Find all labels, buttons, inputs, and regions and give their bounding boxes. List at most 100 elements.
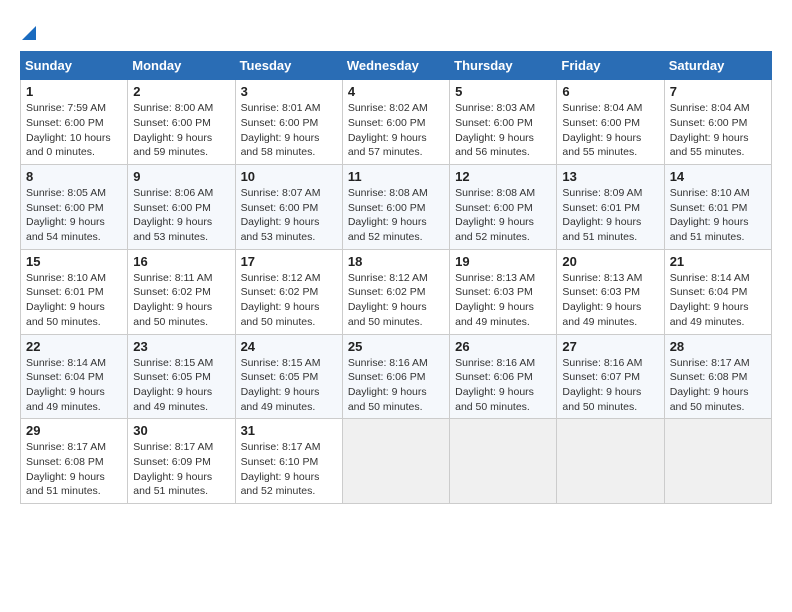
day-number: 13 [562, 169, 658, 184]
day-info: Sunrise: 8:00 AMSunset: 6:00 PMDaylight:… [133, 101, 229, 160]
day-number: 31 [241, 423, 337, 438]
day-cell-30: 30 Sunrise: 8:17 AMSunset: 6:09 PMDayligh… [128, 419, 235, 504]
day-cell-5: 5 Sunrise: 8:03 AMSunset: 6:00 PMDaylight… [450, 80, 557, 165]
day-cell-8: 8Sunrise: 8:05 AMSunset: 6:00 PMDaylight… [21, 165, 128, 250]
day-cell-2: 2 Sunrise: 8:00 AMSunset: 6:00 PMDaylight… [128, 80, 235, 165]
day-info: Sunrise: 8:10 AMSunset: 6:01 PMDaylight:… [670, 186, 766, 245]
day-number: 8 [26, 169, 122, 184]
day-number: 11 [348, 169, 444, 184]
day-cell-31: 31Sunrise: 8:17 AMSunset: 6:10 PMDayligh… [235, 419, 342, 504]
weekday-header-friday: Friday [557, 52, 664, 80]
day-number: 1 [26, 84, 122, 99]
day-info: Sunrise: 8:17 AMSunset: 6:09 PMDaylight:… [133, 440, 229, 499]
day-cell-12: 12 Sunrise: 8:08 AMSunset: 6:00 PMDayligh… [450, 165, 557, 250]
day-cell-24: 24 Sunrise: 8:15 AMSunset: 6:05 PMDayligh… [235, 334, 342, 419]
day-info: Sunrise: 8:14 AMSunset: 6:04 PMDaylight:… [26, 356, 122, 415]
day-number: 15 [26, 254, 122, 269]
day-cell-9: 9Sunrise: 8:06 AMSunset: 6:00 PMDaylight… [128, 165, 235, 250]
day-info: Sunrise: 8:01 AMSunset: 6:00 PMDaylight:… [241, 101, 337, 160]
weekday-header-thursday: Thursday [450, 52, 557, 80]
week-row-3: 15 Sunrise: 8:10 AMSunset: 6:01 PMDayligh… [21, 249, 772, 334]
day-number: 18 [348, 254, 444, 269]
day-cell-21: 21 Sunrise: 8:14 AMSunset: 6:04 PMDayligh… [664, 249, 771, 334]
day-number: 10 [241, 169, 337, 184]
day-number: 3 [241, 84, 337, 99]
empty-cell [450, 419, 557, 504]
day-cell-10: 10 Sunrise: 8:07 AMSunset: 6:00 PMDayligh… [235, 165, 342, 250]
day-cell-22: 22 Sunrise: 8:14 AMSunset: 6:04 PMDayligh… [21, 334, 128, 419]
day-info: Sunrise: 8:17 AMSunset: 6:08 PMDaylight:… [670, 356, 766, 415]
day-cell-23: 23 Sunrise: 8:15 AMSunset: 6:05 PMDayligh… [128, 334, 235, 419]
day-info: Sunrise: 8:16 AMSunset: 6:06 PMDaylight:… [455, 356, 551, 415]
weekday-header-saturday: Saturday [664, 52, 771, 80]
calendar-table: SundayMondayTuesdayWednesdayThursdayFrid… [20, 51, 772, 504]
day-cell-28: 28 Sunrise: 8:17 AMSunset: 6:08 PMDayligh… [664, 334, 771, 419]
day-info: Sunrise: 7:59 AMSunset: 6:00 PMDaylight:… [26, 101, 122, 160]
day-number: 6 [562, 84, 658, 99]
day-number: 2 [133, 84, 229, 99]
day-cell-16: 16Sunrise: 8:11 AMSunset: 6:02 PMDayligh… [128, 249, 235, 334]
day-info: Sunrise: 8:04 AMSunset: 6:00 PMDaylight:… [562, 101, 658, 160]
day-info: Sunrise: 8:04 AMSunset: 6:00 PMDaylight:… [670, 101, 766, 160]
day-number: 26 [455, 339, 551, 354]
day-cell-4: 4Sunrise: 8:02 AMSunset: 6:00 PMDaylight… [342, 80, 449, 165]
day-number: 24 [241, 339, 337, 354]
day-cell-18: 18 Sunrise: 8:12 AMSunset: 6:02 PMDayligh… [342, 249, 449, 334]
day-number: 14 [670, 169, 766, 184]
day-number: 4 [348, 84, 444, 99]
day-info: Sunrise: 8:16 AMSunset: 6:07 PMDaylight:… [562, 356, 658, 415]
day-info: Sunrise: 8:15 AMSunset: 6:05 PMDaylight:… [133, 356, 229, 415]
day-cell-1: 1 Sunrise: 7:59 AMSunset: 6:00 PMDaylight… [21, 80, 128, 165]
day-cell-14: 14 Sunrise: 8:10 AMSunset: 6:01 PMDayligh… [664, 165, 771, 250]
day-info: Sunrise: 8:14 AMSunset: 6:04 PMDaylight:… [670, 271, 766, 330]
day-number: 17 [241, 254, 337, 269]
empty-cell [557, 419, 664, 504]
day-info: Sunrise: 8:16 AMSunset: 6:06 PMDaylight:… [348, 356, 444, 415]
weekday-header-row: SundayMondayTuesdayWednesdayThursdayFrid… [21, 52, 772, 80]
day-number: 22 [26, 339, 122, 354]
day-info: Sunrise: 8:07 AMSunset: 6:00 PMDaylight:… [241, 186, 337, 245]
day-info: Sunrise: 8:13 AMSunset: 6:03 PMDaylight:… [562, 271, 658, 330]
day-cell-6: 6 Sunrise: 8:04 AMSunset: 6:00 PMDaylight… [557, 80, 664, 165]
day-number: 5 [455, 84, 551, 99]
empty-cell [664, 419, 771, 504]
weekday-header-wednesday: Wednesday [342, 52, 449, 80]
day-info: Sunrise: 8:13 AMSunset: 6:03 PMDaylight:… [455, 271, 551, 330]
day-number: 7 [670, 84, 766, 99]
day-cell-19: 19Sunrise: 8:13 AMSunset: 6:03 PMDayligh… [450, 249, 557, 334]
empty-cell [342, 419, 449, 504]
weekday-header-monday: Monday [128, 52, 235, 80]
day-info: Sunrise: 8:08 AMSunset: 6:00 PMDaylight:… [455, 186, 551, 245]
day-cell-11: 11Sunrise: 8:08 AMSunset: 6:00 PMDayligh… [342, 165, 449, 250]
day-info: Sunrise: 8:12 AMSunset: 6:02 PMDaylight:… [348, 271, 444, 330]
logo [20, 20, 36, 41]
day-info: Sunrise: 8:17 AMSunset: 6:08 PMDaylight:… [26, 440, 122, 499]
logo-arrow-icon [22, 21, 36, 45]
weekday-header-tuesday: Tuesday [235, 52, 342, 80]
day-info: Sunrise: 8:15 AMSunset: 6:05 PMDaylight:… [241, 356, 337, 415]
day-cell-26: 26 Sunrise: 8:16 AMSunset: 6:06 PMDayligh… [450, 334, 557, 419]
day-cell-17: 17 Sunrise: 8:12 AMSunset: 6:02 PMDayligh… [235, 249, 342, 334]
day-cell-20: 20 Sunrise: 8:13 AMSunset: 6:03 PMDayligh… [557, 249, 664, 334]
day-number: 12 [455, 169, 551, 184]
day-info: Sunrise: 8:10 AMSunset: 6:01 PMDaylight:… [26, 271, 122, 330]
day-cell-3: 3 Sunrise: 8:01 AMSunset: 6:00 PMDaylight… [235, 80, 342, 165]
day-info: Sunrise: 8:03 AMSunset: 6:00 PMDaylight:… [455, 101, 551, 160]
day-number: 27 [562, 339, 658, 354]
day-info: Sunrise: 8:12 AMSunset: 6:02 PMDaylight:… [241, 271, 337, 330]
day-cell-7: 7 Sunrise: 8:04 AMSunset: 6:00 PMDaylight… [664, 80, 771, 165]
day-info: Sunrise: 8:11 AMSunset: 6:02 PMDaylight:… [133, 271, 229, 330]
day-cell-29: 29 Sunrise: 8:17 AMSunset: 6:08 PMDayligh… [21, 419, 128, 504]
day-number: 25 [348, 339, 444, 354]
page-header [20, 20, 772, 41]
day-number: 21 [670, 254, 766, 269]
day-cell-27: 27 Sunrise: 8:16 AMSunset: 6:07 PMDayligh… [557, 334, 664, 419]
day-number: 20 [562, 254, 658, 269]
day-number: 30 [133, 423, 229, 438]
day-number: 29 [26, 423, 122, 438]
day-number: 23 [133, 339, 229, 354]
day-number: 9 [133, 169, 229, 184]
day-cell-13: 13Sunrise: 8:09 AMSunset: 6:01 PMDayligh… [557, 165, 664, 250]
week-row-4: 22 Sunrise: 8:14 AMSunset: 6:04 PMDayligh… [21, 334, 772, 419]
day-number: 28 [670, 339, 766, 354]
